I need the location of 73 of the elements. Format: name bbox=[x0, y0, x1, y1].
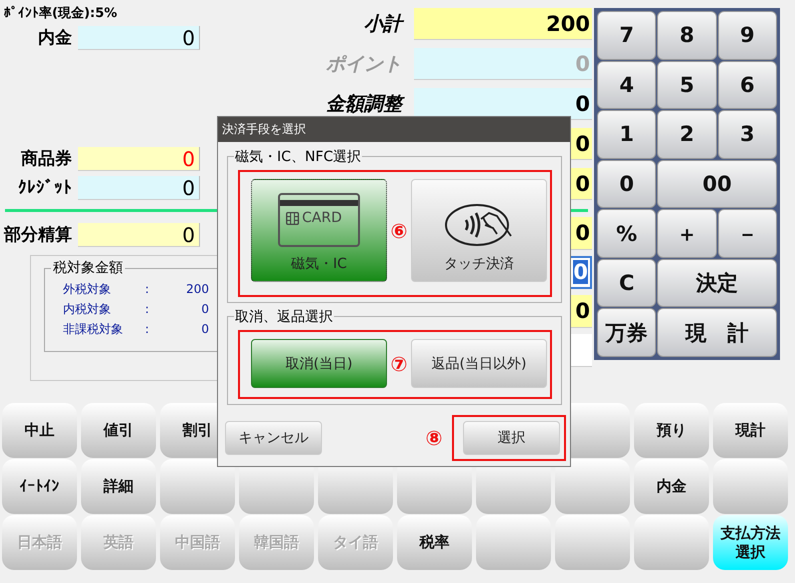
tax-amount: 0 bbox=[200, 322, 209, 336]
field-label: 商品券 bbox=[20, 148, 73, 170]
step-marker: ⑦ bbox=[390, 352, 408, 376]
cancel-button[interactable]: キャンセル bbox=[225, 421, 322, 455]
keypad-key[interactable]: 0 bbox=[597, 160, 656, 208]
keypad-key[interactable]: 万券 bbox=[597, 308, 656, 357]
function-key[interactable] bbox=[634, 515, 709, 570]
keypad-key[interactable]: － bbox=[718, 209, 777, 258]
function-key[interactable] bbox=[555, 515, 630, 570]
chip-icon bbox=[286, 212, 299, 224]
function-key[interactable] bbox=[160, 459, 235, 514]
option-button[interactable]: 返品(当日以外) bbox=[411, 339, 547, 388]
keypad-key[interactable]: 8 bbox=[657, 11, 717, 60]
option-button[interactable]: 取消(当日) bbox=[251, 339, 387, 388]
separator-text: : bbox=[145, 302, 150, 316]
function-key[interactable]: 値引 bbox=[81, 403, 156, 458]
function-key[interactable]: 現計 bbox=[713, 403, 788, 458]
card-label: CARD bbox=[302, 210, 342, 226]
tax-amount: 200 bbox=[185, 282, 209, 296]
field-label: ポイント bbox=[325, 52, 403, 77]
keypad-key[interactable]: 3 bbox=[718, 110, 777, 159]
keypad-key[interactable]: ＋ bbox=[657, 209, 717, 258]
field-label: 小計 bbox=[300, 11, 410, 37]
tax-label: 外税対象 bbox=[63, 280, 112, 298]
keypad-key[interactable]: 現 計 bbox=[657, 308, 777, 357]
keypad-key[interactable]: 6 bbox=[718, 60, 777, 110]
tax-amount: 0 bbox=[200, 302, 209, 316]
keypad-key[interactable]: % bbox=[597, 209, 656, 258]
tax-label: 内税対象 bbox=[63, 300, 112, 318]
amount-field[interactable]: 0 bbox=[78, 222, 200, 246]
function-key[interactable]: 預り bbox=[634, 403, 709, 458]
function-key[interactable]: 詳細 bbox=[81, 459, 156, 514]
option-label: タッチ決済 bbox=[444, 255, 514, 273]
function-key[interactable]: 税率 bbox=[397, 515, 472, 570]
step-marker: ⑧ bbox=[424, 426, 444, 450]
group-title: 税対象金額 bbox=[51, 259, 125, 277]
function-key[interactable]: 内金 bbox=[634, 459, 709, 514]
option-label: 磁気・IC bbox=[291, 255, 347, 273]
contactless-icon bbox=[444, 203, 514, 247]
function-key[interactable]: 中止 bbox=[2, 403, 77, 458]
keypad-key[interactable]: 1 bbox=[597, 110, 656, 159]
option-button[interactable]: タッチ決済 bbox=[411, 179, 547, 282]
amount-field[interactable]: 0 bbox=[78, 176, 200, 200]
tax-label: 非課税対象 bbox=[63, 320, 124, 338]
select-button[interactable]: 選択 bbox=[463, 421, 560, 455]
keypad-key[interactable]: 決定 bbox=[657, 258, 777, 308]
field-label: ｸﾚｼﾞｯﾄ bbox=[17, 178, 73, 198]
option-button[interactable]: CARD 磁気・IC bbox=[251, 179, 387, 282]
step-marker: ⑥ bbox=[390, 218, 408, 242]
keypad-key[interactable]: 7 bbox=[597, 11, 656, 60]
function-key[interactable] bbox=[555, 459, 630, 514]
group-title: 取消、返品選択 bbox=[234, 308, 334, 326]
function-key[interactable] bbox=[713, 459, 788, 514]
keypad-key[interactable]: 2 bbox=[657, 110, 717, 159]
keypad-key[interactable]: 00 bbox=[657, 160, 777, 208]
amount-field[interactable]: 200 bbox=[414, 8, 592, 40]
keypad-key[interactable]: 4 bbox=[597, 60, 656, 110]
function-key[interactable]: ｲｰﾄｲﾝ bbox=[2, 459, 77, 514]
field-label: 部分精算 bbox=[2, 224, 73, 246]
keypad-key[interactable]: C bbox=[597, 258, 656, 308]
separator-text: : bbox=[145, 282, 150, 296]
group-title: 磁気・IC、NFC選択 bbox=[234, 148, 362, 166]
field-label: 金額調整 bbox=[300, 91, 410, 117]
keypad-key[interactable]: 9 bbox=[718, 11, 777, 60]
function-key[interactable] bbox=[476, 515, 551, 570]
point-rate-text: ﾎﾟｲﾝﾄ率(現金):5% bbox=[4, 4, 118, 21]
function-key[interactable]: 支払方法選択 bbox=[713, 515, 788, 570]
field-label: 内金 bbox=[37, 27, 73, 49]
separator-text: : bbox=[145, 322, 150, 336]
amount-field[interactable]: 0 bbox=[78, 146, 200, 170]
keypad-key[interactable]: 5 bbox=[657, 60, 717, 110]
amount-field[interactable]: 0 bbox=[78, 26, 200, 50]
dialog-title: 決済手段を選択 bbox=[218, 117, 570, 142]
